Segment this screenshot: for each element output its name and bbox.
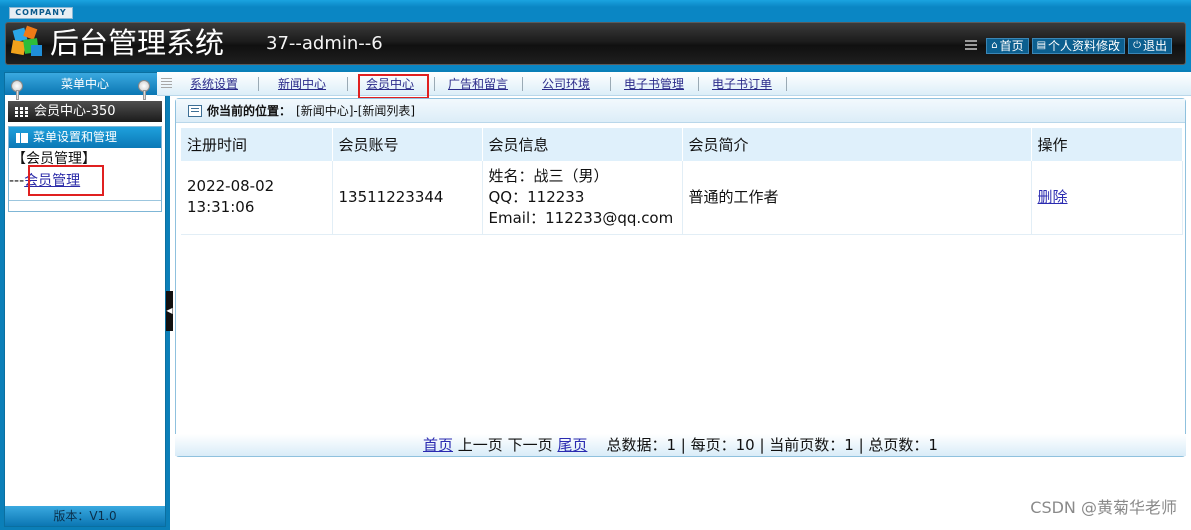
delete-link[interactable]: 删除 [1038,188,1068,206]
table-row: 2022-08-02 13:31:06 13511223344 姓名：战三（男）… [181,161,1183,235]
pager-prev: 上一页 [457,436,503,454]
profile-edit-link[interactable]: ▤ 个人资料修改 [1031,37,1126,54]
document-icon [188,104,202,117]
tab-ads-messages[interactable]: 广告和留言 [448,76,508,93]
pager-next: 下一页 [507,436,553,454]
menu-settings-title: 菜单设置和管理 [33,130,118,144]
sidebar-collapse-handle[interactable]: ◀ [166,291,173,331]
breadcrumb-path: [新闻中心]-[新闻列表] [296,103,416,118]
logo-cubes-icon [11,25,42,56]
register-date: 2022-08-02 [187,177,275,196]
link-prefix: --- [9,173,25,189]
info-name: 姓名：战三（男） [488,166,609,185]
home-icon: ⌂ [991,39,998,51]
info-qq: QQ：112233 [488,187,585,206]
header-links: ⌂ 首页 ▤ 个人资料修改 ⏻ 退出 [965,37,1172,54]
watermark: CSDN @黄菊华老师 [1030,498,1177,517]
tab-separator [347,77,348,91]
pagination: 首页 上一页 下一页 尾页 总数据：1 | 每页：10 | 当前页数：1 | 总… [175,434,1186,456]
tab-separator [610,77,611,91]
list-icon [16,132,28,143]
member-center-label: 会员中心-350 [34,104,116,119]
logout-label: 退出 [1142,38,1167,53]
col-actions: 操作 [1031,128,1183,161]
tab-company-environment[interactable]: 公司环境 [542,76,590,93]
power-icon: ⏻ [1133,39,1141,51]
logout-link[interactable]: ⏻ 退出 [1128,37,1172,54]
profile-icon: ▤ [1036,39,1047,51]
tab-ebook-orders[interactable]: 电子书订单 [712,76,772,93]
profile-edit-label: 个人资料修改 [1048,38,1121,53]
register-clock: 13:31:06 [187,198,255,217]
grid-icon [15,106,29,117]
tab-system-settings[interactable]: 系统设置 [190,76,238,93]
tab-separator [258,77,259,91]
home-link-label: 首页 [999,38,1024,53]
tab-separator [698,77,699,91]
cell-actions: 删除 [1031,161,1183,235]
grip-icon [161,78,172,89]
cell-member-info: 姓名：战三（男） QQ：112233 Email：112233@qq.com [482,161,683,235]
menu-lines-icon [965,40,978,51]
user-info: 37--admin--6 [266,33,383,54]
top-nav-tabs: 系统设置 新闻中心 会员中心 广告和留言 公司环境 电子书管理 电子书订单 [157,72,1191,96]
tab-ebook-management[interactable]: 电子书管理 [624,76,684,93]
member-table: 注册时间 会员账号 会员信息 会员简介 操作 2022-08-02 13:31:… [181,128,1183,235]
main-panel: 你当前的位置： [新闻中心]-[新闻列表] 注册时间 会员账号 会员信息 会员简… [175,98,1186,457]
pager-summary: 总数据：1 | 每页：10 | 当前页数：1 | 总页数：1 [606,436,938,454]
sidebar-item-member-center[interactable]: 会员中心-350 [8,101,162,122]
sidebar: 菜单中心 会员中心-350 菜单设置和管理 【会员管理】 ---会员管理 版本：… [4,72,166,527]
col-member-intro: 会员简介 [682,128,1032,161]
pin-right-icon [138,80,150,100]
tab-news-center[interactable]: 新闻中心 [278,76,326,93]
system-title: 后台管理系统 [50,26,225,60]
company-badge: COMPANY [9,7,73,19]
tab-separator [522,77,523,91]
pager-last-link[interactable]: 尾页 [557,436,587,454]
pager-first-link[interactable]: 首页 [423,436,453,454]
cell-register-time: 2022-08-02 13:31:06 [181,161,333,235]
tab-highlight-box [358,74,429,99]
info-email: Email：112233@qq.com [488,208,674,227]
menu-settings-header[interactable]: 菜单设置和管理 [9,127,161,148]
app-header: COMPANY 后台管理系统 37--admin--6 ⌂ 首页 ▤ 个人资料修… [0,0,1191,70]
table-header-row: 注册时间 会员账号 会员信息 会员简介 操作 [181,128,1183,161]
breadcrumb-label: 你当前的位置： [207,103,292,118]
col-member-info: 会员信息 [482,128,683,161]
tab-separator [434,77,435,91]
breadcrumb: 你当前的位置： [新闻中心]-[新闻列表] [176,99,1185,123]
sidebar-highlight-box [28,165,104,196]
home-link[interactable]: ⌂ 首页 [986,37,1029,54]
divider [9,200,161,201]
cell-account: 13511223344 [332,161,483,235]
pin-left-icon [11,80,23,100]
tab-separator [786,77,787,91]
version-footer: 版本：V1.0 [5,506,165,526]
col-register-time: 注册时间 [181,128,333,161]
cell-intro: 普通的工作者 [682,161,1032,235]
col-member-account: 会员账号 [332,128,483,161]
